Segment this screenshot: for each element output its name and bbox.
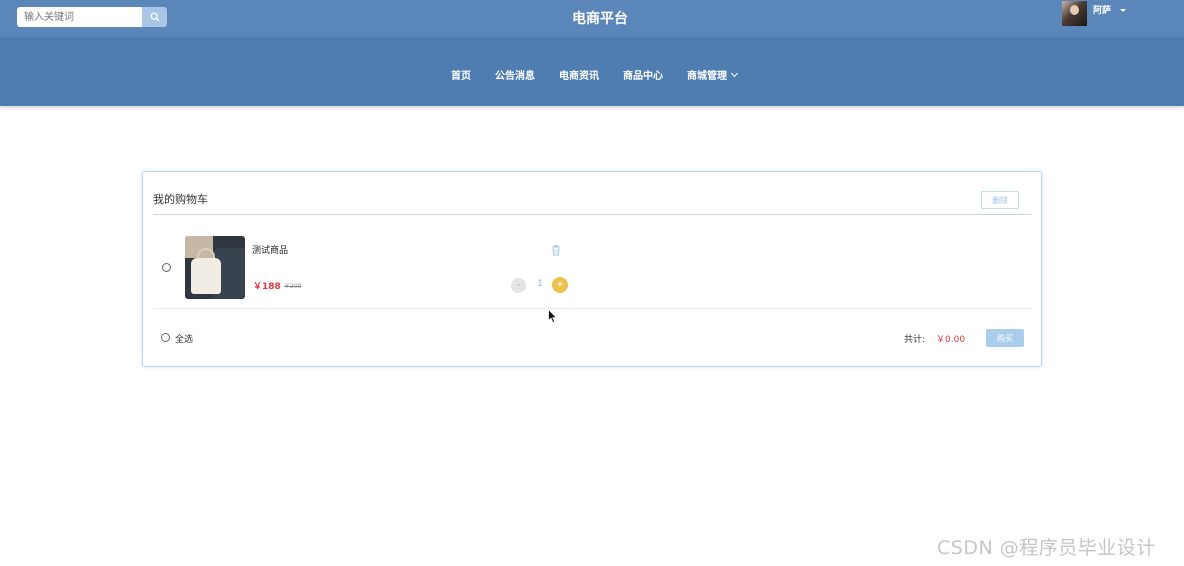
- quantity-increase-button[interactable]: +: [552, 277, 568, 293]
- trash-icon[interactable]: [551, 241, 561, 260]
- nav-bar: 首页 公告消息 电商资讯 商品中心 商城管理: [0, 37, 1184, 106]
- mouse-cursor-icon: [548, 308, 558, 328]
- product-image[interactable]: [185, 236, 245, 299]
- total-value: ￥0.00: [936, 335, 966, 345]
- nav-item-home[interactable]: 首页: [451, 67, 471, 82]
- total-label: 共计:: [904, 335, 926, 345]
- username[interactable]: 阿萨: [1093, 3, 1111, 16]
- image-part: [191, 258, 221, 294]
- divider: [153, 308, 1032, 309]
- site-title: 电商平台: [572, 11, 628, 27]
- top-bar: 电商平台 阿萨: [0, 0, 1184, 37]
- item-select-radio[interactable]: [162, 263, 171, 272]
- nav-item-shop-management[interactable]: 商城管理: [687, 67, 739, 82]
- select-all-label[interactable]: 全选: [175, 332, 193, 345]
- nav-item-label: 电商资讯: [559, 71, 599, 82]
- nav-item-products[interactable]: 商品中心: [623, 67, 663, 82]
- nav-item-label: 公告消息: [495, 71, 535, 82]
- divider: [153, 214, 1032, 215]
- watermark: CSDN @程序员毕业设计: [937, 537, 1156, 559]
- product-price: ￥188: [253, 282, 281, 292]
- nav-item-label: 商品中心: [623, 71, 663, 82]
- nav-item-announcements[interactable]: 公告消息: [495, 67, 535, 82]
- nav-item-label: 首页: [451, 71, 471, 82]
- user-menu[interactable]: 阿萨: [1062, 1, 1127, 26]
- page: 电商平台 阿萨 首页 公告消息 电商资讯 商品中心 商城管理 我的购物车 删除 …: [0, 0, 1184, 566]
- delete-button[interactable]: 删除: [981, 191, 1019, 209]
- nav-item-label: 商城管理: [687, 71, 727, 82]
- main-nav: 首页 公告消息 电商资讯 商品中心 商城管理: [451, 67, 739, 82]
- avatar[interactable]: [1062, 1, 1087, 26]
- buy-button[interactable]: 购买: [986, 329, 1024, 347]
- cart-panel: 我的购物车 删除 测试商品 ￥188 ￥200 - 1 + 全选 共计: ￥0.…: [142, 171, 1042, 367]
- product-original-price: ￥200: [284, 283, 302, 290]
- select-all-radio[interactable]: [161, 333, 170, 342]
- caret-down-icon[interactable]: [1120, 9, 1127, 12]
- chevron-down-icon: [730, 69, 739, 77]
- nav-item-news[interactable]: 电商资讯: [559, 67, 599, 82]
- quantity-decrease-button[interactable]: -: [511, 278, 526, 293]
- cart-title: 我的购物车: [153, 193, 208, 206]
- quantity-value[interactable]: 1: [535, 279, 545, 289]
- product-name[interactable]: 测试商品: [252, 243, 288, 256]
